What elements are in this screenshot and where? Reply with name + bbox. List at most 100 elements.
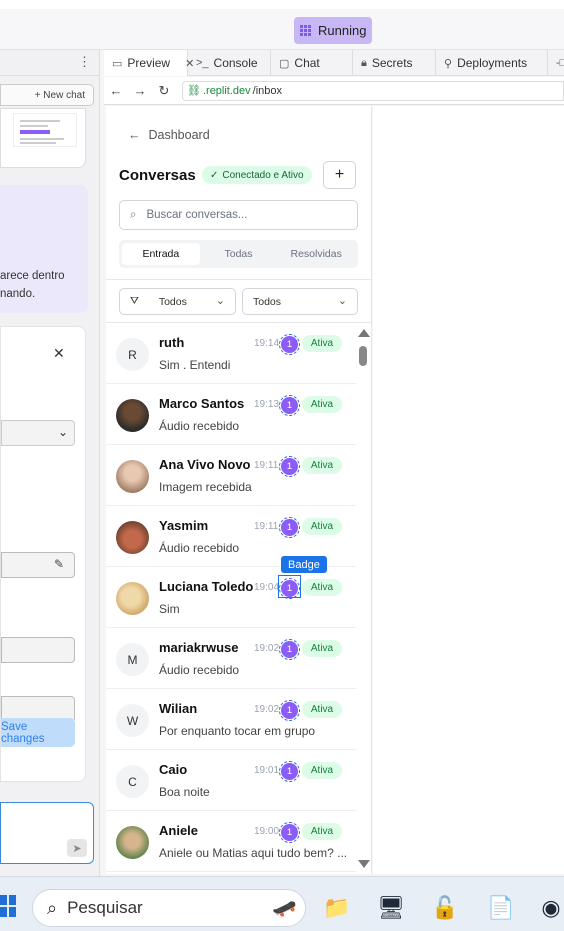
chrome-icon[interactable]: ◉ — [536, 894, 564, 922]
contact-name: Yasmim — [159, 518, 209, 533]
message-preview: Áudio recebido — [159, 419, 240, 433]
status-badge: Ativa — [302, 518, 342, 535]
status-badge: Ativa — [302, 457, 342, 474]
status-badge: Ativa — [302, 701, 342, 718]
tab-console[interactable]: >_ Console — [188, 50, 271, 76]
arrow-left-icon: ← — [128, 128, 141, 142]
settings-select[interactable]: ⌄ — [1, 420, 75, 446]
avatar — [116, 582, 149, 615]
chevron-down-icon: ⌄ — [57, 425, 68, 439]
top-strip — [0, 0, 564, 9]
inspector-tooltip: Badge — [281, 556, 327, 573]
tab-label: Deployments — [457, 56, 528, 70]
scroll-up-icon[interactable] — [358, 329, 370, 337]
tab-label: Chat — [294, 56, 320, 70]
search-input[interactable]: ⌕ Buscar conversas... — [119, 200, 358, 230]
preview-thumbnail — [13, 113, 77, 147]
status-filter-select[interactable]: ⛛ Todos ⌄ — [119, 288, 236, 315]
scroll-down-icon[interactable] — [358, 860, 370, 868]
conversation-row[interactable]: Luciana Toledo 19:04 1 Ativa Sim — [106, 567, 356, 628]
url-field[interactable]: ⛓ .replit.dev/inbox — [182, 80, 564, 101]
tab-label: Secrets — [371, 56, 413, 70]
windows-start-icon[interactable] — [0, 895, 16, 917]
conversation-row[interactable]: C Caio 19:01 1 Ativa Boa noite — [106, 750, 356, 811]
segment-todas[interactable]: Todas — [200, 243, 278, 265]
new-chat-button[interactable]: + New chat — [0, 84, 94, 106]
plugin-icon: -□ — [556, 57, 564, 69]
scrollbar-thumb[interactable] — [359, 346, 367, 366]
settings-input[interactable] — [1, 637, 75, 663]
tab-label: Console — [213, 56, 258, 70]
check-circle-icon: ✓ — [210, 169, 219, 181]
refresh-icon[interactable]: ↻ — [152, 83, 176, 99]
settings-input-with-icon[interactable]: ✎ — [1, 552, 75, 578]
agent-message-line: arece dentro — [0, 270, 65, 282]
file-explorer-icon[interactable]: 📁 — [322, 894, 352, 922]
security-app-icon[interactable]: 🔓 — [430, 894, 460, 922]
new-conversation-button[interactable]: + — [323, 161, 356, 189]
tab-secrets[interactable]: 🔒︎ Secrets — [353, 50, 436, 76]
tab-overflow[interactable]: -□ — [548, 50, 564, 76]
message-preview: Sim . Entendi — [159, 358, 231, 372]
filter-value: Todos — [158, 295, 187, 308]
send-icon[interactable]: ➤ — [67, 839, 87, 857]
control-panel-icon[interactable]: 🖥 — [376, 894, 406, 922]
channel-filter-select[interactable]: Todos ⌄ — [242, 288, 358, 315]
conversation-row[interactable]: Aniele 19:00 1 Ativa Aniele ou Matias aqui t… — [106, 811, 356, 872]
inbox-segment-control: Entrada Todas Resolvidas — [119, 240, 358, 268]
back-arrow-icon[interactable]: ← — [104, 83, 128, 98]
tab-deployments[interactable]: ⚲ Deployments — [436, 50, 548, 76]
grid-icon — [300, 24, 312, 37]
avatar: C — [116, 765, 149, 798]
message-preview: Imagem recebida — [159, 480, 252, 494]
pipette-icon[interactable]: ✎ — [54, 557, 64, 571]
conversation-row[interactable]: W Wilian 19:02 1 Ativa Por enquanto tocar em … — [106, 689, 356, 750]
tab-preview[interactable]: ▭ Preview ✕ — [104, 50, 194, 76]
taskbar-search[interactable]: ⌕ Pesquisar 🛹 — [32, 889, 306, 927]
conversation-row[interactable]: Ana Vivo Novo 19:11 1 Ativa Imagem recebida — [106, 445, 356, 506]
conversation-row[interactable]: Marco Santos 19:13 1 Ativa Áudio recebido — [106, 384, 356, 445]
url-path: /inbox — [252, 84, 283, 97]
url-bar: ← → ↻ ⛓ .replit.dev/inbox — [104, 77, 564, 105]
chevron-down-icon: ⌄ — [337, 295, 347, 307]
tab-chat[interactable]: ▢ Chat — [271, 50, 353, 76]
preview-thumbnail-card[interactable] — [0, 108, 86, 168]
preview-empty-area — [373, 106, 564, 874]
contact-name: Marco Santos — [159, 396, 245, 411]
agent-panel-header: ⋮ — [0, 50, 99, 76]
unread-count-badge: 1 — [279, 395, 300, 416]
segment-entrada[interactable]: Entrada — [122, 243, 200, 265]
contact-name: ruth — [159, 335, 185, 350]
search-icon: ⌕ — [47, 897, 58, 918]
status-badge: Ativa — [302, 762, 342, 779]
dashboard-back-link[interactable]: ← Dashboard — [128, 128, 210, 142]
back-label: Dashboard — [148, 128, 210, 142]
link-icon: ⛓ — [187, 85, 201, 97]
message-time: 19:00 — [254, 826, 280, 837]
close-icon[interactable]: ✕ — [53, 345, 65, 362]
chat-icon: ▢ — [279, 57, 290, 70]
filter-value: Todos — [253, 295, 282, 308]
segment-resolvidas[interactable]: Resolvidas — [277, 243, 355, 265]
more-options-icon[interactable]: ⋮ — [78, 54, 91, 70]
divider — [106, 279, 371, 280]
avatar-initial: R — [128, 347, 137, 362]
forward-arrow-icon[interactable]: → — [128, 83, 152, 98]
agent-message-line: nando. — [0, 288, 36, 300]
notepad-icon[interactable]: 📄 — [486, 894, 516, 922]
run-status-button[interactable]: Running — [294, 17, 372, 44]
conversation-row[interactable]: Rruth 19:14 1 Ativa Sim . Entendi — [106, 323, 356, 384]
avatar — [116, 460, 149, 493]
status-badge: Ativa — [302, 396, 342, 413]
status-badge: Ativa — [302, 823, 342, 840]
avatar: M — [116, 643, 149, 676]
avatar-initial: W — [126, 713, 139, 728]
status-badge: Ativa — [302, 579, 342, 596]
save-changes-button[interactable]: Save changes — [1, 718, 75, 747]
agent-chat-input[interactable]: ➤ — [0, 802, 94, 864]
message-preview: Boa noite — [159, 785, 210, 799]
inbox-app: ← Dashboard Conversas ✓ Conectado e Ativ… — [106, 106, 372, 874]
avatar-initial: M — [127, 652, 138, 667]
conversation-row[interactable]: Mmariakrwuse 19:02 1 Ativa Áudio recebido — [106, 628, 356, 689]
scrollbar[interactable] — [356, 323, 371, 874]
